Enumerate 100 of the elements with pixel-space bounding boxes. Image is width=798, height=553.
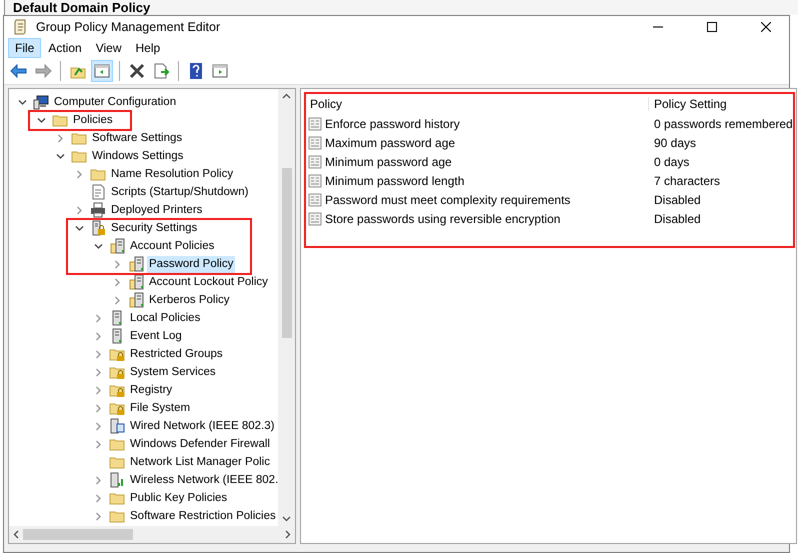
network-server-icon [109,418,125,434]
table-cell: Store passwords using reversible encryption [325,212,560,226]
tree-item[interactable]: Local Policies [128,310,202,326]
table-cell: Enforce password history [325,116,460,130]
tree-item[interactable]: Registry [128,382,174,398]
tree-item[interactable]: Computer Configuration [52,94,178,110]
policy-setting-icon [308,174,322,188]
scroll-left-icon[interactable] [13,530,19,539]
menu-item[interactable]: Action [41,38,89,58]
table-cell: Maximum password age [325,136,456,150]
scrollbar-thumb[interactable] [282,168,292,338]
panel-right-icon [211,62,229,80]
expand-chevron-icon[interactable] [113,296,122,304]
tree-item[interactable]: Deployed Printers [109,202,204,218]
menu-item[interactable]: File [8,38,42,58]
table-cell: Minimum password age [325,154,452,168]
expand-chevron-icon[interactable] [75,206,84,214]
tree-item[interactable]: File System [128,400,192,416]
table-cell: Password must meet complexity requirements [325,192,570,206]
menu-item[interactable]: View [88,38,128,58]
panel-left-icon [93,62,111,80]
help-icon [187,62,205,80]
expand-chevron-icon[interactable] [94,332,103,340]
background-window-title: Default Domain Policy [4,0,798,15]
signal-server-icon [109,472,125,488]
close-icon[interactable] [761,22,771,32]
tree-item[interactable]: Policies [71,112,115,128]
table-cell: Minimum password length [325,174,464,188]
expand-chevron-icon[interactable] [94,476,103,484]
tree-item[interactable]: Event Log [128,328,184,344]
horizontal-scrollbar[interactable] [9,526,295,543]
tree-item[interactable]: System Services [128,364,218,380]
printer-icon [90,202,106,218]
tree-item[interactable]: Scripts (Startup/Shutdown) [109,184,250,200]
scroll-down-icon[interactable] [282,516,291,522]
expand-chevron-icon[interactable] [94,314,103,322]
menu-item[interactable]: Help [128,38,168,58]
table-cell-text: Disabled [653,212,702,226]
collapse-chevron-icon[interactable] [94,242,103,250]
toolbar-button[interactable] [91,60,113,82]
tree-item[interactable]: Wireless Network (IEEE 802. [128,472,278,488]
scroll-up-icon[interactable] [282,93,291,99]
document-icon [90,184,106,200]
expand-chevron-icon[interactable] [75,170,84,178]
collapse-chevron-icon[interactable] [75,224,84,232]
table-cell-text: 90 days [653,136,698,150]
collapse-chevron-icon[interactable] [37,116,46,124]
expand-chevron-icon[interactable] [113,260,122,268]
maximize-icon[interactable] [707,22,717,32]
tree-item[interactable]: Account Lockout Policy [147,274,270,290]
policy-server-icon [128,256,144,272]
delete-icon [128,62,146,80]
scrollbar-thumb[interactable] [23,529,133,540]
expand-chevron-icon[interactable] [94,386,103,394]
export-icon [152,62,170,80]
collapse-chevron-icon[interactable] [56,152,65,160]
policy-setting-icon [308,116,322,130]
scroll-document-icon [12,19,28,35]
table-cell-text: 7 characters [653,174,722,188]
vertical-scrollbar[interactable] [278,89,295,526]
policy-setting-icon [308,154,322,168]
tree-item[interactable]: Windows Defender Firewall [128,436,272,452]
expand-chevron-icon[interactable] [56,134,65,142]
table-cell-text: Disabled [653,192,702,206]
table-cell-text: 0 passwords remembered [653,116,793,130]
tree-item[interactable]: Wired Network (IEEE 802.3) [128,418,276,434]
policy-setting-icon [308,136,322,150]
tree-item[interactable]: Kerberos Policy [147,292,232,308]
expand-chevron-icon[interactable] [94,440,103,448]
policy-setting-icon [308,212,322,226]
policy-server-icon [109,238,125,254]
expand-chevron-icon[interactable] [94,512,103,520]
expand-chevron-icon[interactable] [94,422,103,430]
tree-item[interactable]: Account Policies [128,238,216,254]
expand-chevron-icon[interactable] [94,494,103,502]
policy-server-icon [128,274,144,290]
expand-chevron-icon[interactable] [94,350,103,358]
expand-chevron-icon[interactable] [94,368,103,376]
expand-chevron-icon[interactable] [94,404,103,412]
tree-item[interactable]: Restricted Groups [128,346,225,362]
scroll-right-icon[interactable] [285,530,291,539]
back-icon [10,62,28,80]
tree-item[interactable]: Security Settings [109,220,200,236]
tree-item[interactable]: Public Key Policies [128,490,230,506]
tree-item[interactable]: Network List Manager Polic [128,454,272,470]
column-header[interactable]: Policy Setting [648,97,793,111]
window-title: Group Policy Management Editor [36,20,220,34]
tree-item[interactable]: Software Restriction Policies [128,508,278,524]
tree-item[interactable]: Software Settings [90,130,184,146]
tree-item[interactable]: Windows Settings [90,148,186,164]
tree-item[interactable]: Name Resolution Policy [109,166,236,182]
column-header[interactable]: Policy [306,97,648,111]
policy-server-icon [128,292,144,308]
forward-icon [34,62,52,80]
tree-item[interactable]: Password Policy [147,256,236,272]
expand-chevron-icon[interactable] [113,278,122,286]
table-cell-text: 0 days [653,154,690,168]
computer-icon [33,94,49,110]
policy-setting-icon [308,192,322,206]
collapse-chevron-icon[interactable] [18,98,27,106]
